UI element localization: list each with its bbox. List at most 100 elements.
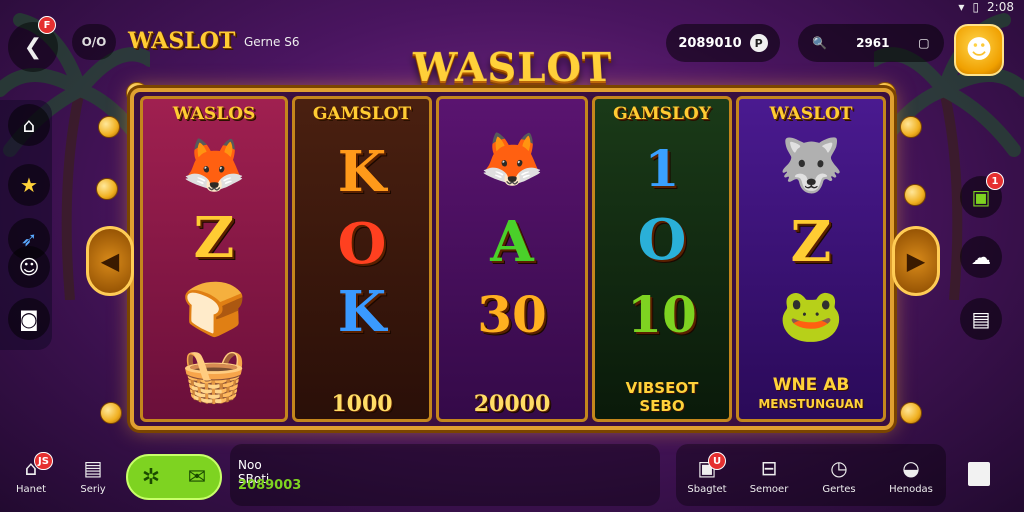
bag-icon: ◒ bbox=[902, 456, 920, 480]
k-symbol: K bbox=[337, 279, 387, 345]
game-title: WASLOT bbox=[410, 44, 615, 92]
nav-gift-label: Sbagtet bbox=[687, 484, 727, 495]
reel-header: WASLOT bbox=[769, 104, 853, 124]
search-icon: 🔍 bbox=[812, 36, 828, 50]
spinner-icon: ✲ bbox=[141, 464, 161, 490]
reel-1: WASLOS 🦊 Z 🍞 🧺 bbox=[140, 96, 288, 422]
z-symbol: Z bbox=[193, 205, 235, 271]
nav-bag[interactable]: ◒ Henodas bbox=[880, 456, 942, 495]
reel-5-caption: WNE AB bbox=[772, 375, 850, 395]
mail-icon: ✉ bbox=[187, 464, 207, 490]
gift-side-button[interactable]: ▣ 1 bbox=[960, 172, 1004, 218]
fox-symbol: 🦊 bbox=[181, 135, 247, 196]
balance-value: 2089010 bbox=[678, 35, 742, 51]
reel-4: GAMSLOY 1 O 10 VIBSEOT SEBO bbox=[592, 96, 732, 422]
square-button[interactable] bbox=[968, 462, 990, 486]
camera-icon: ◙ bbox=[19, 307, 39, 331]
home-side-button[interactable]: ⌂ bbox=[8, 104, 50, 146]
z-symbol: Z bbox=[790, 209, 832, 275]
wolf-symbol: 🐺 bbox=[778, 135, 844, 196]
o-symbol: O bbox=[337, 211, 387, 277]
search-bar[interactable]: 🔍 2961 ▢ bbox=[798, 24, 944, 62]
currency-icon: P bbox=[749, 34, 768, 52]
search-value: 2961 bbox=[856, 36, 890, 50]
avatar[interactable]: ☻ bbox=[954, 24, 1004, 76]
notification-badge: F bbox=[38, 16, 56, 34]
star-icon: ★ bbox=[20, 173, 38, 197]
fox-symbol: 🦊 bbox=[479, 129, 545, 190]
prev-arrow-button[interactable]: ◀ bbox=[86, 226, 134, 296]
balance-display[interactable]: 2089010 P bbox=[666, 24, 780, 62]
reel-5: WASLOT 🐺 Z 🐸 WNE AB MENSTUNGUAN bbox=[736, 96, 886, 422]
gift-badge: 1 bbox=[986, 172, 1004, 190]
ticket-icon: ▤ bbox=[971, 307, 991, 331]
reel-header: GAMSLOT bbox=[312, 104, 412, 124]
chevron-left-icon: ◀ bbox=[100, 247, 120, 275]
store-icon: ⊟ bbox=[760, 456, 778, 480]
coin-decoration bbox=[900, 402, 922, 424]
nav-store-label: Semoer bbox=[749, 484, 789, 495]
nav-clock-label: Gertes bbox=[822, 484, 856, 495]
coin-decoration bbox=[904, 184, 926, 206]
promo-value: 2089003 bbox=[238, 478, 302, 493]
nav-store[interactable]: ⊟ Semoer bbox=[738, 456, 800, 495]
friends-side-button[interactable]: ☺ bbox=[8, 246, 50, 288]
one-symbol: 1 bbox=[644, 139, 680, 198]
reel-4-caption: VIBSEOT bbox=[625, 379, 699, 397]
promo-panel bbox=[230, 444, 660, 506]
wifi-icon: ▾ bbox=[958, 0, 965, 14]
gift-box-icon: ▣ bbox=[971, 185, 991, 209]
bread-symbol: 🍞 bbox=[181, 279, 247, 340]
battery-icon: ▯ bbox=[972, 0, 980, 14]
bottom-bar: ⌂ Hanet JS ▤ Seriy ✲ ✉ Noo SBoti 2089003… bbox=[0, 444, 1024, 512]
reel-header bbox=[439, 99, 585, 129]
gift-icon: ▣ bbox=[697, 456, 717, 480]
favorites-side-button[interactable]: ★ bbox=[8, 164, 50, 206]
win-amount: 1000 bbox=[331, 391, 393, 417]
nav-saving-label: Seriy bbox=[80, 484, 106, 495]
a-symbol: A bbox=[490, 209, 534, 275]
tickets-side-button[interactable]: ▤ bbox=[960, 298, 1002, 340]
ten-symbol: 10 bbox=[627, 285, 697, 344]
next-arrow-button[interactable]: ▶ bbox=[892, 226, 940, 296]
document-icon: ▤ bbox=[83, 456, 103, 480]
coin-decoration bbox=[900, 116, 922, 138]
menu-button[interactable]: O/O bbox=[72, 24, 116, 60]
window-icon[interactable]: ▢ bbox=[918, 36, 929, 50]
basket-symbol: 🧺 bbox=[181, 345, 247, 406]
nav-bag-label: Henodas bbox=[889, 484, 933, 495]
nav-saving[interactable]: ▤ Seriy bbox=[62, 456, 124, 495]
back-button[interactable]: ❮ F bbox=[8, 16, 58, 72]
status-time: 2:08 bbox=[987, 0, 1014, 14]
nav-gift[interactable]: ▣ Sbagtet U bbox=[676, 452, 738, 495]
frog-symbol: 🐸 bbox=[778, 285, 844, 346]
face-icon: ☺ bbox=[18, 255, 40, 279]
header-logo: WASLOT bbox=[128, 28, 236, 54]
reel-4-caption-line2: SEBO bbox=[639, 397, 685, 415]
coin-decoration bbox=[100, 402, 122, 424]
reel-5-caption-line2: MENSTUNGUAN bbox=[758, 397, 864, 411]
home-badge: JS bbox=[34, 452, 53, 470]
house-icon: ⌂ bbox=[22, 113, 36, 137]
play-toggle-button[interactable]: ✲ ✉ bbox=[126, 454, 222, 500]
reel-2: GAMSLOT K O K 1000 bbox=[292, 96, 432, 422]
chat-side-button[interactable]: ☁ bbox=[960, 236, 1002, 278]
slot-machine: WASLOS 🦊 Z 🍞 🧺 GAMSLOT K O K 1000 🦊 A 30… bbox=[130, 88, 894, 430]
coin-decoration bbox=[98, 116, 120, 138]
smiley-avatar-icon: ☻ bbox=[965, 35, 993, 65]
reel-header: WASLOS bbox=[172, 104, 256, 124]
camera-side-button[interactable]: ◙ bbox=[8, 298, 50, 340]
clock-icon: ◷ bbox=[830, 456, 848, 480]
nav-home-label: Hanet bbox=[15, 484, 47, 495]
coin-decoration bbox=[96, 178, 118, 200]
win-amount: 20000 bbox=[473, 391, 551, 417]
thirty-symbol: 30 bbox=[477, 285, 547, 344]
game-label: Gerne S6 bbox=[244, 35, 300, 49]
chat-icon: ☁ bbox=[971, 245, 991, 269]
status-bar: ▾ ▯ 2:08 bbox=[958, 0, 1014, 14]
reel-header: GAMSLOY bbox=[613, 104, 711, 124]
nav-home[interactable]: ⌂ Hanet JS bbox=[0, 452, 62, 495]
nav-clock[interactable]: ◷ Gertes bbox=[808, 456, 870, 495]
gift-nav-badge: U bbox=[708, 452, 726, 470]
chevron-right-icon: ▶ bbox=[906, 247, 926, 275]
